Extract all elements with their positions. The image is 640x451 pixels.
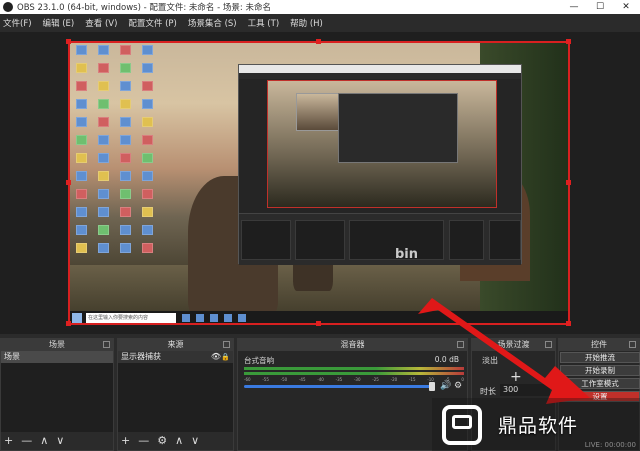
source-settings-gear-icon[interactable]: ⚙ [157, 432, 167, 450]
resize-handle[interactable] [566, 180, 571, 185]
transitions-dock-title: 场景过渡 [472, 339, 555, 351]
volume-slider[interactable] [244, 385, 433, 388]
add-transition-button[interactable]: + [510, 369, 522, 385]
float-icon[interactable] [457, 341, 464, 348]
mixer-dock-title: 混音器 [238, 339, 467, 351]
resize-handle[interactable] [66, 180, 71, 185]
transition-type[interactable]: 淡出 [482, 355, 498, 366]
lock-icon[interactable]: 🔒 [221, 351, 230, 363]
windows-start-icon [72, 313, 82, 323]
float-icon[interactable] [223, 341, 230, 348]
sources-list: 显示器捕获 👁 🔒 [118, 351, 233, 432]
menu-edit[interactable]: 编辑 (E) [43, 17, 75, 29]
minimize-button[interactable]: — [560, 0, 588, 14]
start-recording-button[interactable]: 开始录制 [560, 365, 640, 376]
visibility-eye-icon[interactable]: 👁 [211, 351, 221, 363]
resize-handle[interactable] [566, 321, 571, 326]
preview-canvas[interactable]: 在这里输入你要搜索的内容 [68, 41, 570, 325]
close-button[interactable]: ✕ [612, 0, 640, 14]
menu-profile[interactable]: 配置文件 (P) [128, 17, 176, 29]
scenes-list: 场景 [1, 351, 113, 432]
mixer-gear-icon[interactable]: ⚙ [454, 381, 462, 391]
resize-handle[interactable] [316, 321, 321, 326]
nested-obs-window [238, 64, 522, 265]
controls-dock-title: 控件 [559, 339, 639, 351]
remove-source-button[interactable]: — [138, 432, 149, 450]
scene-item[interactable]: 场景 [1, 351, 113, 363]
mixer-channel: 台式音响 0.0 dB -60 -55 -50 -45 -40 -35 -30 -25 -2… [242, 355, 464, 395]
brand-name: 鼎品软件 [498, 415, 579, 437]
add-scene-button[interactable]: + [4, 432, 13, 450]
menu-view[interactable]: 查看 (V) [85, 17, 117, 29]
preview-watermark: bin [395, 247, 419, 262]
scenes-dock: 场景 场景 + — ∧ ∨ [0, 338, 114, 451]
level-meter [244, 372, 464, 375]
resize-handle[interactable] [316, 39, 321, 44]
add-source-button[interactable]: + [121, 432, 130, 450]
move-down-button[interactable]: ∨ [56, 432, 64, 450]
menu-file[interactable]: 文件(F) [3, 17, 32, 29]
remove-scene-button[interactable]: — [21, 432, 32, 450]
start-streaming-button[interactable]: 开始推流 [560, 352, 640, 363]
brand-logo-icon [438, 403, 486, 447]
resize-handle[interactable] [66, 321, 71, 326]
desktop-icons [72, 43, 160, 311]
move-up-button[interactable]: ∧ [40, 432, 48, 450]
channel-name: 台式音响 [244, 356, 274, 365]
brand-watermark: 鼎品软件 [432, 398, 640, 451]
taskbar-search: 在这里输入你要搜索的内容 [86, 313, 176, 323]
float-icon[interactable] [545, 341, 552, 348]
studio-mode-button[interactable]: 工作室模式 [560, 378, 640, 389]
sources-toolbar: + — ⚙ ∧ ∨ [118, 432, 233, 450]
menu-bar: 文件(F) 编辑 (E) 查看 (V) 配置文件 (P) 场景集合 (S) 工具… [0, 14, 640, 32]
obs-window: OBS 23.1.0 (64-bit, windows) - 配置文件: 未命名… [0, 0, 640, 451]
volume-slider-knob[interactable] [429, 382, 435, 391]
resize-handle[interactable] [566, 39, 571, 44]
maximize-button[interactable]: ☐ [586, 0, 614, 14]
duration-input[interactable]: 300 [500, 384, 550, 396]
title-bar: OBS 23.1.0 (64-bit, windows) - 配置文件: 未命名… [0, 0, 640, 14]
speaker-icon[interactable]: 🔊 [440, 381, 451, 391]
source-item[interactable]: 显示器捕获 👁 🔒 [118, 351, 233, 363]
duration-label: 时长 [480, 387, 496, 396]
float-icon[interactable] [103, 341, 110, 348]
menu-tools[interactable]: 工具 (T) [248, 17, 280, 29]
move-up-button[interactable]: ∧ [175, 432, 183, 450]
channel-level: 0.0 dB [434, 355, 459, 364]
scenes-toolbar: + — ∧ ∨ [1, 432, 113, 450]
level-meter [244, 367, 464, 370]
menu-help[interactable]: 帮助 (H) [290, 17, 323, 29]
menu-scene-collection[interactable]: 场景集合 (S) [188, 17, 237, 29]
move-down-button[interactable]: ∨ [191, 432, 199, 450]
window-title: OBS 23.1.0 (64-bit, windows) - 配置文件: 未命名… [17, 3, 271, 13]
resize-handle[interactable] [66, 39, 71, 44]
float-icon[interactable] [629, 341, 636, 348]
sources-dock-title: 来源 [118, 339, 233, 351]
sources-dock: 来源 显示器捕获 👁 🔒 + — ⚙ ∧ ∨ [117, 338, 234, 451]
obs-logo-icon [3, 2, 13, 12]
scenes-dock-title: 场景 [1, 339, 113, 351]
